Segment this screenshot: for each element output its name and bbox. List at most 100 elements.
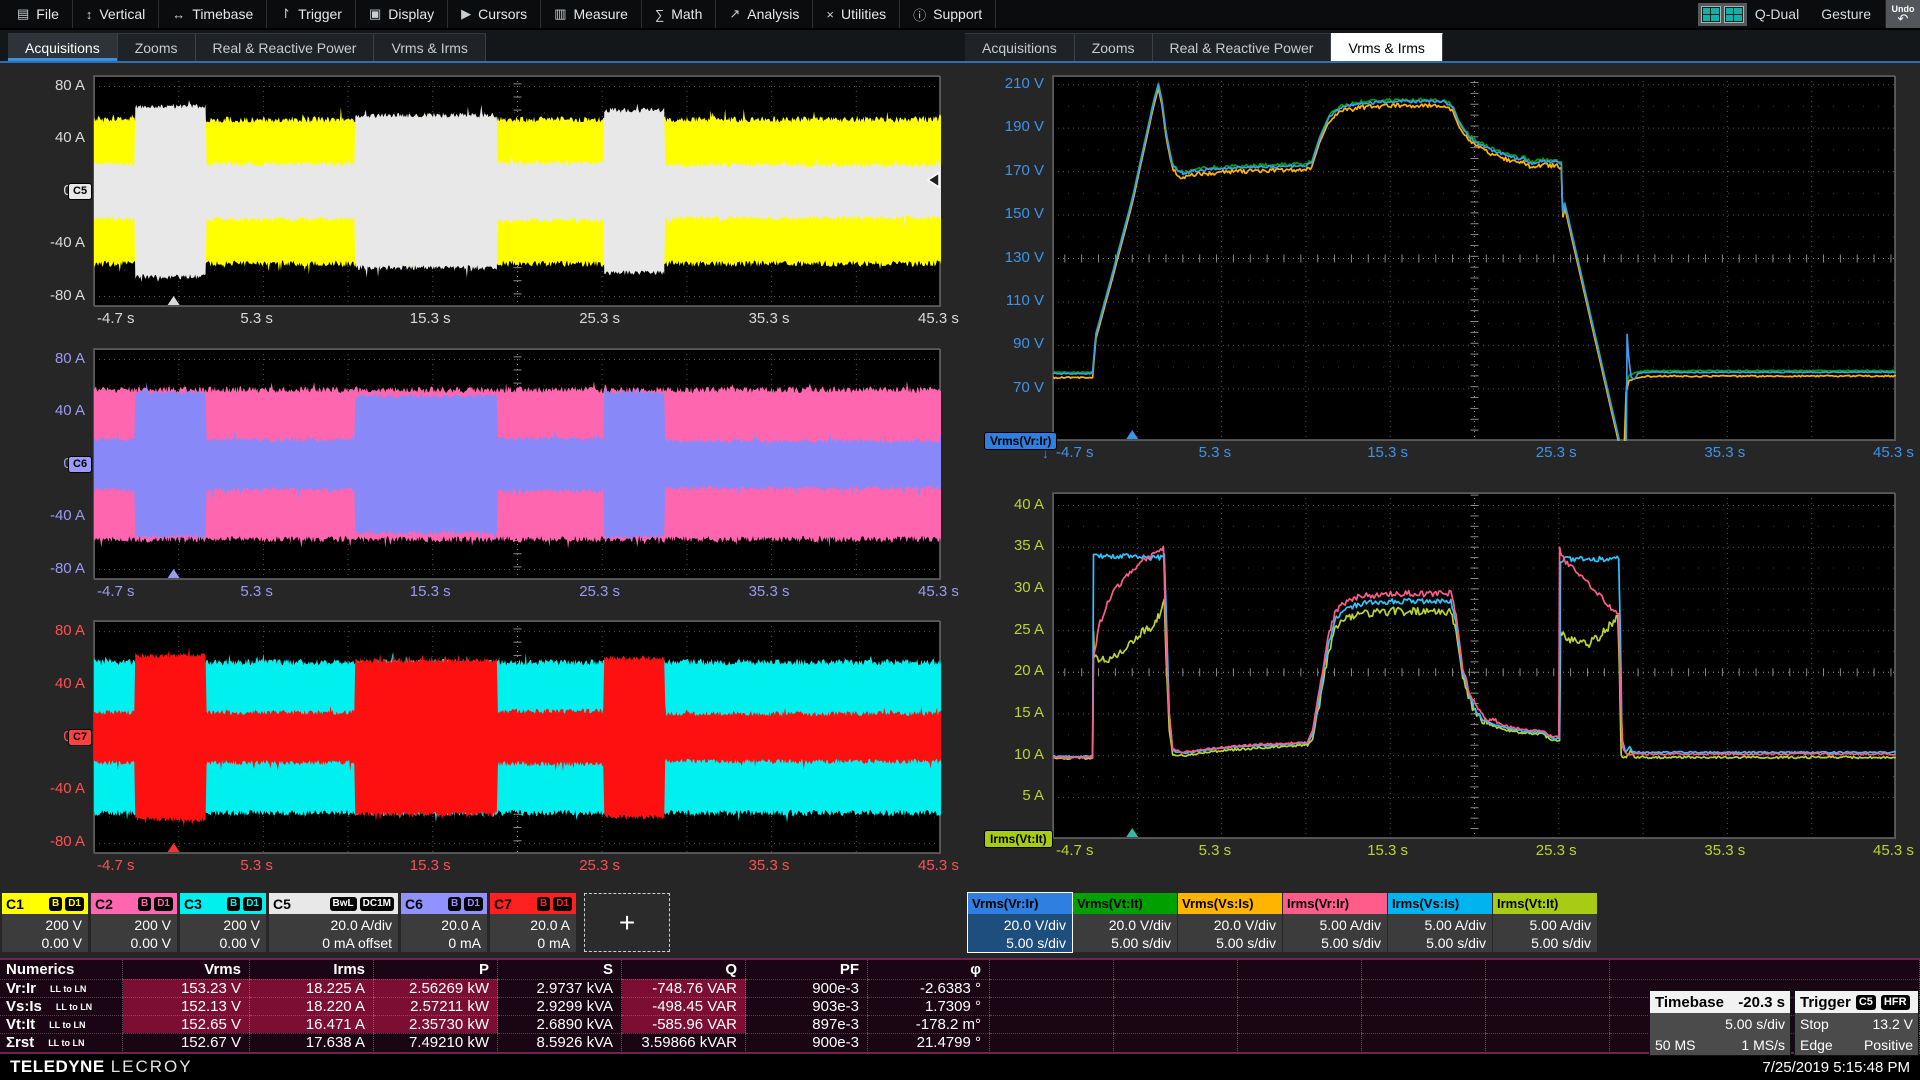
numerics-empty-header xyxy=(1238,960,1362,979)
trace-descriptor-4[interactable]: Irms(Vr:Ir)5.00 A/div5.00 s/div xyxy=(1283,893,1387,952)
numerics-value: 18.220 A xyxy=(250,997,374,1015)
measure-mode-badge: LL to LN xyxy=(48,1038,84,1048)
numerics-empty-cell xyxy=(1114,1033,1238,1051)
datetime-label: 7/25/2019 5:15:48 PM xyxy=(1762,1059,1910,1076)
trace-descriptor-3[interactable]: Vrms(Vs:Is)20.0 V/div5.00 s/div xyxy=(1178,893,1282,952)
x-axis-label: 35.3 s xyxy=(749,310,790,327)
cursors-icon: ▶ xyxy=(461,6,471,22)
tab-left-zooms[interactable]: Zooms xyxy=(118,33,196,61)
trigger-title: Trigger xyxy=(1800,994,1851,1011)
trace-descriptor-2[interactable]: Vrms(Vt:It)20.0 V/div5.00 s/div xyxy=(1073,893,1177,952)
tab-right-acquisitions[interactable]: Acquisitions xyxy=(965,33,1075,61)
x-axis-label: 25.3 s xyxy=(579,310,620,327)
timebase-box[interactable]: Timebase-20.3 s5.00 s/div50 MS1 MS/s xyxy=(1649,990,1791,1056)
channel-descriptor-c7[interactable]: C7BD120.0 A0 mA xyxy=(490,893,576,952)
menu-item-analysis[interactable]: ↗Analysis xyxy=(716,0,813,28)
menu-item-measure[interactable]: ▥Measure xyxy=(541,0,642,28)
channel-settings: 20.0 A0 mA xyxy=(401,914,487,952)
channel-scale: 20.0 A xyxy=(494,916,570,934)
menu-item-utilities[interactable]: ×Utilities xyxy=(813,0,900,28)
menu-item-support[interactable]: ⓘSupport xyxy=(900,0,996,28)
channel-zero-marker-c5[interactable]: C5 xyxy=(68,183,92,200)
x-axis-label: -4.7 s xyxy=(1056,842,1094,859)
acquisition-plot-2[interactable] xyxy=(93,348,940,579)
trace-descriptor-6[interactable]: Irms(Vt:It)5.00 A/div5.00 s/div xyxy=(1493,893,1597,952)
menu-item-file[interactable]: ▤File xyxy=(4,0,73,28)
menu-item-vertical[interactable]: ↕Vertical xyxy=(73,0,159,28)
q-dual-pixel xyxy=(1711,8,1719,14)
numerics-value: 3.59866 kVAR xyxy=(622,1033,746,1051)
numerics-row-label[interactable]: Vt:ItLL to LN xyxy=(0,1015,123,1033)
channel-zero-marker-c7[interactable]: C7 xyxy=(68,729,92,746)
acquisition-plot-1[interactable] xyxy=(93,75,940,306)
channel-zero-marker-c6[interactable]: C6 xyxy=(68,456,92,473)
menu-item-trigger[interactable]: ↾Trigger xyxy=(267,0,356,28)
x-axis-label: 5.3 s xyxy=(240,310,273,327)
trace-descriptor-5[interactable]: Irms(Vs:Is)5.00 A/div5.00 s/div xyxy=(1388,893,1492,952)
trace-zero-marker-irms[interactable]: Irms(Vt:It) xyxy=(984,830,1053,848)
undo-button[interactable]: Undo↶ xyxy=(1885,0,1920,28)
x-axis-label: 15.3 s xyxy=(1367,842,1408,859)
trace-settings: 20.0 V/div5.00 s/div xyxy=(1073,914,1177,952)
trigger-box[interactable]: TriggerC5HFRStop13.2 VEdgePositive xyxy=(1794,990,1919,1056)
x-axis-label: -4.7 s xyxy=(1056,444,1094,461)
tab-underline xyxy=(0,61,1920,63)
trace-header: Vrms(Vs:Is) xyxy=(1178,893,1282,914)
x-axis-label: 5.3 s xyxy=(240,583,273,600)
x-axis-label: 25.3 s xyxy=(579,857,620,874)
y-axis-label: -40 A xyxy=(17,235,85,251)
add-trace-button[interactable]: + xyxy=(584,893,670,952)
trigger-badge-hfr: HFR xyxy=(1881,995,1910,1010)
tab-left-vrms-irms[interactable]: Vrms & Irms xyxy=(374,33,485,61)
y-axis-label: 210 V xyxy=(976,76,1044,92)
menu-item-cursors[interactable]: ▶Cursors xyxy=(448,0,541,28)
acquisition-plot-3[interactable] xyxy=(93,620,940,853)
tab-right-vrms-irms[interactable]: Vrms & Irms xyxy=(1331,33,1442,61)
q-dual-pixel xyxy=(1711,15,1719,21)
channel-descriptor-c6[interactable]: C6BD120.0 A0 mA xyxy=(401,893,487,952)
trace-descriptor-1[interactable]: Vrms(Vr:Ir)20.0 V/div5.00 s/div xyxy=(968,893,1072,952)
y-axis-label: 30 A xyxy=(976,580,1044,596)
channel-settings: 20.0 A/div0 mA offset xyxy=(269,914,398,952)
numerics-row-label[interactable]: Vr:IrLL to LN xyxy=(0,979,123,997)
channel-settings: 200 V0.00 V xyxy=(180,914,266,952)
menu-item-timebase[interactable]: ↔Timebase xyxy=(159,0,267,28)
menu-item-display[interactable]: ▣Display xyxy=(356,0,448,28)
trigger-row-left: Stop xyxy=(1800,1016,1829,1032)
gesture-button[interactable]: Gesture xyxy=(1807,0,1885,28)
utilities-icon: × xyxy=(826,7,834,22)
channel-name: C3 xyxy=(184,896,202,912)
x-axis-label: 45.3 s xyxy=(1873,842,1914,859)
tab-right-real-reactive-power[interactable]: Real & Reactive Power xyxy=(1153,33,1332,61)
vrms-chart[interactable] xyxy=(1052,75,1895,440)
q-dual-control[interactable]: Q-Dual xyxy=(1690,0,1807,28)
measure-icon: ▥ xyxy=(554,6,566,22)
numerics-empty-cell xyxy=(1238,997,1362,1015)
channel-descriptor-c5[interactable]: C5BwLDC1M20.0 A/div0 mA offset xyxy=(269,893,398,952)
numerics-empty-cell xyxy=(1114,997,1238,1015)
channel-descriptor-c2[interactable]: C2BD1200 V0.00 V xyxy=(91,893,177,952)
tab-right-zooms[interactable]: Zooms xyxy=(1075,33,1153,61)
tab-left-real-reactive-power[interactable]: Real & Reactive Power xyxy=(196,33,375,61)
menu-item-math[interactable]: ∑Math xyxy=(642,0,716,28)
irms-chart[interactable] xyxy=(1052,492,1895,838)
numerics-row-label[interactable]: ΣrstLL to LN xyxy=(0,1033,123,1051)
menu-item-label: Analysis xyxy=(747,6,799,22)
timebase-row: 5.00 s/div xyxy=(1650,1013,1790,1034)
menu-item-label: File xyxy=(36,6,59,22)
y-axis-label: 80 A xyxy=(17,78,85,94)
trigger-icon: ↾ xyxy=(280,6,291,22)
tab-left-acquisitions[interactable]: Acquisitions xyxy=(8,33,118,61)
numerics-empty-cell xyxy=(1114,979,1238,997)
channel-descriptor-c1[interactable]: C1BD1200 V0.00 V xyxy=(2,893,88,952)
numerics-title: Numerics xyxy=(0,960,123,979)
trace-header: Irms(Vr:Ir) xyxy=(1283,893,1387,914)
channel-badge-b: B xyxy=(448,897,461,911)
tab-group-right: AcquisitionsZoomsReal & Reactive PowerVr… xyxy=(965,33,1443,61)
measure-pair-label: Vs:Is xyxy=(6,998,42,1015)
channel-header: C5BwLDC1M xyxy=(269,893,398,914)
channel-descriptor-c3[interactable]: C3BD1200 V0.00 V xyxy=(180,893,266,952)
numerics-row-label[interactable]: Vs:IsLL to LN xyxy=(0,997,123,1015)
trace-settings: 20.0 V/div5.00 s/div xyxy=(1178,914,1282,952)
y-axis-label: 80 A xyxy=(17,351,85,367)
